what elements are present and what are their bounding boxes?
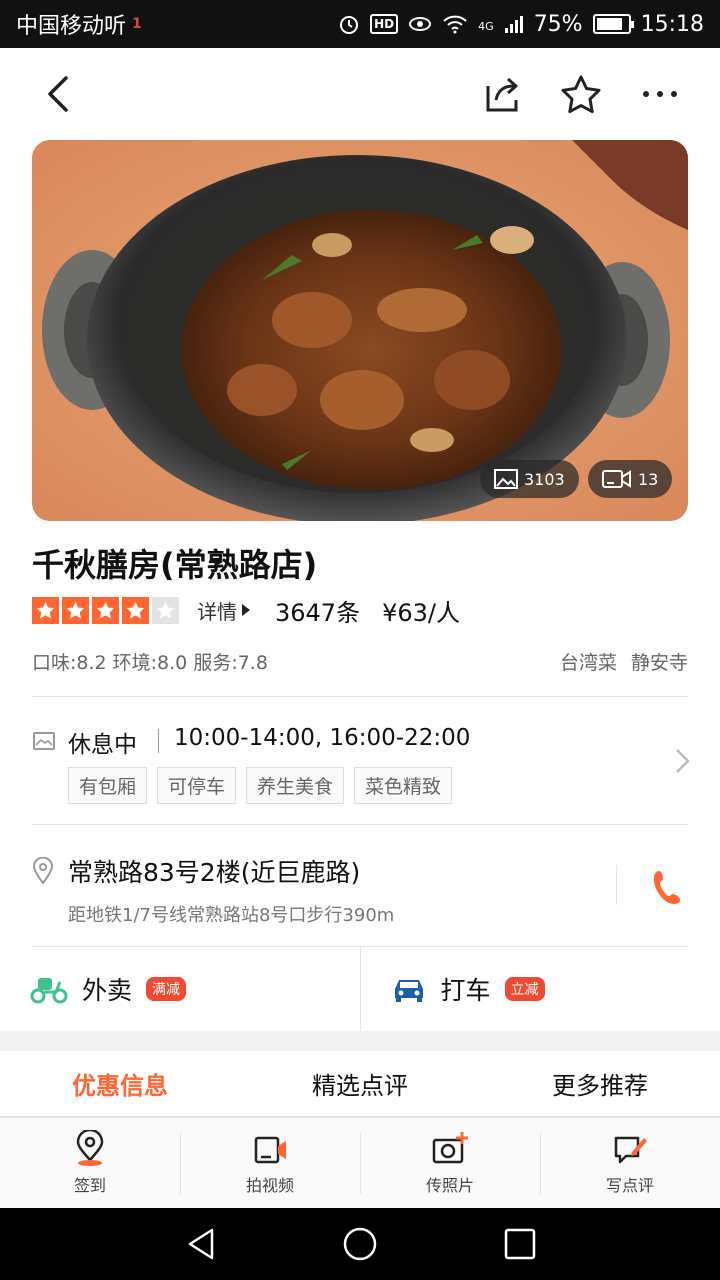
network-type: 4G (478, 19, 494, 33)
system-recents-icon[interactable] (502, 1226, 538, 1262)
upload-photo-icon (432, 1132, 468, 1164)
photo-count-badge[interactable]: 3103 (480, 460, 579, 498)
area-tag[interactable]: 静安寺 (631, 648, 688, 675)
hours-section[interactable]: 休息中 10:00-14:00, 16:00-22:00 有包厢 可停车 养生美… (0, 697, 720, 824)
location-pin-icon (32, 857, 54, 885)
service-row: 外卖 满减 打车 立减 (0, 947, 720, 1031)
carrier-name: 中国移动听 (16, 14, 127, 39)
tab-reviews[interactable]: 精选点评 (240, 1051, 480, 1116)
feature-tag: 菜色精致 (354, 767, 453, 804)
battery-icon (592, 14, 634, 34)
write-review-label: 写点评 (605, 1176, 654, 1195)
share-icon[interactable] (482, 74, 522, 114)
tab-recommendations[interactable]: 更多推荐 (480, 1051, 720, 1116)
checkin-pin-icon (76, 1130, 104, 1166)
status-right: HD 4G 75% 15:18 (338, 12, 704, 37)
transit-info: 距地铁1/7号线常熟路站8号口步行390m (68, 905, 395, 926)
taxi-promo-badge: 立减 (504, 977, 545, 1001)
battery-percent: 75% (533, 11, 583, 37)
delivery-button[interactable]: 外卖 满减 (0, 947, 360, 1031)
star-filled-icon (32, 596, 59, 624)
write-review-icon (614, 1136, 647, 1164)
carrier-badge: 1 (132, 16, 142, 32)
price-per-person: ¥63/人 (382, 598, 460, 627)
system-back-icon[interactable] (184, 1226, 220, 1262)
taxi-button[interactable]: 打车 立减 (359, 947, 720, 1031)
hero-image[interactable]: 3103 13 (32, 140, 688, 521)
status-left: 中国移动听 1 (16, 8, 142, 40)
scooter-icon (30, 978, 68, 1004)
feature-tags: 有包厢 可停车 养生美食 菜色精致 (68, 767, 453, 804)
back-icon[interactable] (40, 74, 80, 114)
business-hours: 10:00-14:00, 16:00-22:00 (174, 725, 471, 751)
delivery-label: 外卖 (82, 976, 133, 1005)
nav-bar (0, 48, 720, 140)
status-bar: 中国移动听 1 HD 4G 75% 15:18 (0, 0, 720, 48)
separator (158, 729, 159, 753)
section-tabs: 优惠信息 精选点评 更多推荐 (0, 1051, 720, 1117)
details-label: 详情 (197, 599, 237, 624)
triangle-right-icon (242, 604, 250, 616)
feature-tag: 养生美食 (246, 767, 345, 804)
taxi-label: 打车 (440, 976, 491, 1005)
category-tags: 台湾菜 静安寺 (560, 648, 688, 675)
checkin-label: 签到 (73, 1176, 106, 1195)
system-nav-bar (0, 1208, 720, 1280)
cuisine-tag[interactable]: 台湾菜 (560, 648, 617, 675)
signal-icon (504, 16, 523, 33)
eye-icon (409, 17, 432, 31)
rating-row: 详情 3647条 ¥63/人 (32, 593, 460, 628)
wifi-icon (443, 15, 467, 34)
system-home-icon[interactable] (342, 1226, 378, 1262)
hd-icon: HD (370, 14, 399, 34)
sub-scores: 口味:8.2 环境:8.0 服务:7.8 (32, 652, 268, 674)
video-count-badge[interactable]: 13 (588, 460, 673, 498)
details-link[interactable]: 详情 (197, 596, 251, 625)
shop-name: 千秋膳房(常熟路店) (32, 546, 318, 584)
video-count: 13 (638, 469, 659, 489)
shoot-video-button[interactable]: 拍视频 (180, 1118, 360, 1208)
upload-photo-label: 传照片 (425, 1176, 474, 1195)
video-icon (602, 470, 631, 488)
video-camera-icon (254, 1136, 286, 1164)
feature-tag: 有包厢 (68, 767, 148, 804)
shoot-video-label: 拍视频 (245, 1176, 294, 1195)
more-dots-icon[interactable] (640, 74, 680, 114)
review-count[interactable]: 3647条 (275, 593, 360, 628)
section-spacer (0, 1031, 720, 1051)
star-empty-icon (152, 596, 179, 624)
upload-photo-button[interactable]: 传照片 (360, 1118, 540, 1208)
chevron-right-icon (676, 749, 690, 773)
alarm-icon (340, 16, 359, 34)
favorite-star-icon[interactable] (560, 74, 602, 114)
write-review-button[interactable]: 写点评 (540, 1118, 720, 1208)
feature-tag: 可停车 (157, 767, 237, 804)
image-icon (494, 469, 518, 489)
clock: 15:18 (640, 11, 704, 37)
business-status: 休息中 (68, 732, 137, 758)
star-filled-icon (92, 596, 119, 624)
separator (616, 865, 617, 905)
checkin-button[interactable]: 签到 (0, 1118, 180, 1208)
bottom-action-bar: 签到 拍视频 传照片 写点评 (0, 1117, 720, 1208)
star-filled-icon (62, 596, 89, 624)
phone-icon[interactable] (652, 869, 682, 905)
photo-count: 3103 (524, 469, 565, 489)
car-icon (394, 980, 423, 1002)
delivery-promo-badge: 满减 (146, 977, 187, 1001)
star-filled-icon (122, 596, 149, 624)
tab-deals[interactable]: 优惠信息 (0, 1051, 240, 1116)
food-photo (32, 140, 688, 521)
shop-icon (33, 732, 55, 750)
address-text: 常熟路83号2楼(近巨鹿路) (68, 858, 361, 887)
address-section[interactable]: 常熟路83号2楼(近巨鹿路) 距地铁1/7号线常熟路站8号口步行390m (0, 825, 720, 947)
star-rating (32, 596, 179, 624)
